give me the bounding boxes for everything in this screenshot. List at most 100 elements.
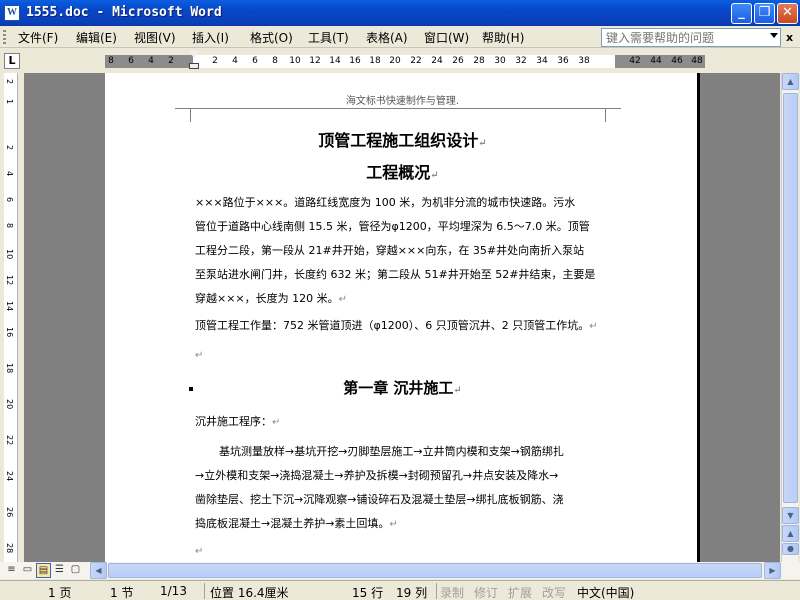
vertical-scroll-thumb[interactable] bbox=[783, 93, 798, 503]
text-line: 捣底板混凝土→混凝土养护→素土回填。↵ bbox=[195, 512, 611, 537]
ruler-number: 10 bbox=[289, 56, 301, 66]
section-title: 工程概况↵ bbox=[105, 159, 700, 183]
ruler-number: 14 bbox=[329, 56, 341, 66]
ruler-number: 48 bbox=[691, 56, 703, 66]
menu-insert[interactable]: 插入(I) bbox=[192, 29, 229, 46]
menu-format[interactable]: 格式(O) bbox=[250, 29, 293, 46]
section-title-text: 工程概况 bbox=[366, 163, 431, 182]
menu-file[interactable]: 文件(F) bbox=[18, 29, 58, 46]
vruler-number: 8 bbox=[5, 223, 14, 229]
paragraph-mark: ↵ bbox=[589, 321, 598, 332]
menu-grip-handle[interactable] bbox=[3, 30, 6, 44]
title-bar: W 1555.doc - Microsoft Word _ ❐ ✕ bbox=[0, 0, 800, 26]
document-close-icon[interactable]: x bbox=[786, 31, 793, 44]
menu-view[interactable]: 视图(V) bbox=[134, 29, 176, 46]
vruler-number: 2 bbox=[5, 145, 14, 151]
vruler-number: 20 bbox=[5, 399, 14, 410]
scroll-right-arrow-icon[interactable]: ▶ bbox=[764, 562, 781, 579]
vruler-number: 1 bbox=[5, 99, 14, 105]
status-extend[interactable]: 扩展 bbox=[508, 584, 532, 600]
horizontal-ruler[interactable]: 8 6 4 2 2 4 6 8 10 12 14 16 18 20 22 24 … bbox=[105, 51, 705, 69]
scroll-left-arrow-icon[interactable]: ◀ bbox=[90, 562, 107, 579]
procedure-paragraph[interactable]: 基坑测量放样→基坑开挖→刃脚垫层施工→立井筒内模和支架→钢筋绑扎 →立外模和支架… bbox=[195, 440, 611, 537]
ruler-number: 44 bbox=[650, 56, 662, 66]
tab-stop-selector[interactable]: L bbox=[4, 53, 20, 69]
ruler-number: 36 bbox=[557, 56, 569, 66]
ruler-number: 6 bbox=[252, 56, 258, 66]
menu-tools[interactable]: 工具(T) bbox=[308, 29, 349, 46]
ruler-number: 46 bbox=[671, 56, 683, 66]
status-language: 中文(中国) bbox=[577, 586, 635, 600]
paragraph-mark: ↵ bbox=[430, 170, 439, 181]
web-layout-view-icon[interactable]: ▭ bbox=[20, 563, 35, 578]
text-line: ×××路位于×××。道路红线宽度为 100 米，为机非分流的城市快速路。污水 bbox=[195, 196, 576, 209]
restore-button[interactable]: ❐ bbox=[754, 3, 775, 24]
left-indent-marker[interactable] bbox=[189, 63, 199, 69]
document-area[interactable]: 海文标书快速制作与管理. 顶管工程施工组织设计↵ 工程概况↵ ×××路位于×××… bbox=[24, 73, 780, 562]
status-page: 1 页 bbox=[48, 586, 72, 600]
ruler-number: 12 bbox=[309, 56, 321, 66]
workload-paragraph[interactable]: 顶管工程工作量：752 米管道顶进（φ1200）、6 只顶管沉井、2 只顶管工作… bbox=[195, 314, 635, 339]
vruler-number: 10 bbox=[5, 249, 14, 260]
text-line-content: 捣底板混凝土→混凝土养护→素土回填。 bbox=[195, 517, 390, 530]
help-search-box[interactable] bbox=[601, 28, 781, 47]
first-line-indent-marker[interactable] bbox=[189, 51, 199, 58]
status-section: 1 节 bbox=[110, 586, 134, 600]
text-line: →立外模和支架→浇捣混凝土→养护及拆模→封砌预留孔→井点安装及降水→ bbox=[195, 469, 559, 482]
text-line-content: 穿越×××，长度为 120 米。 bbox=[195, 292, 339, 305]
ruler-number: 16 bbox=[349, 56, 361, 66]
ruler-number: 38 bbox=[578, 56, 590, 66]
reading-layout-view-icon[interactable]: ▢ bbox=[68, 563, 83, 578]
vertical-ruler[interactable]: 2 1 2 4 6 8 10 12 14 16 18 20 22 24 26 2… bbox=[4, 73, 18, 563]
scroll-up-arrow-icon[interactable]: ▲ bbox=[782, 73, 799, 90]
vruler-number: 18 bbox=[5, 363, 14, 374]
empty-paragraph[interactable]: ↵ bbox=[195, 539, 611, 562]
vruler-number: 22 bbox=[5, 435, 14, 446]
chevron-down-icon[interactable] bbox=[770, 33, 778, 38]
vruler-number: 24 bbox=[5, 471, 14, 482]
minimize-button[interactable]: _ bbox=[731, 3, 752, 24]
help-search-input[interactable] bbox=[602, 29, 764, 46]
text-line: 基坑测量放样→基坑开挖→刃脚垫层施工→立井筒内模和支架→钢筋绑扎 bbox=[219, 445, 564, 458]
normal-view-icon[interactable]: ≡ bbox=[4, 563, 19, 578]
scroll-down-arrow-icon[interactable]: ▼ bbox=[782, 507, 799, 524]
word-app-icon[interactable]: W bbox=[4, 5, 20, 21]
menu-table[interactable]: 表格(A) bbox=[366, 29, 408, 46]
horizontal-scroll-thumb[interactable] bbox=[108, 563, 762, 578]
ruler-number: 6 bbox=[128, 56, 134, 66]
window-title: 1555.doc - Microsoft Word bbox=[26, 5, 222, 20]
ruler-number: 2 bbox=[212, 56, 218, 66]
status-column: 19 列 bbox=[396, 586, 428, 600]
print-layout-view-icon[interactable]: ▤ bbox=[36, 563, 51, 578]
vertical-scrollbar[interactable]: ▲ ▼ ▲ ● bbox=[781, 73, 799, 562]
text-line: 凿除垫层、挖土下沉→沉降观察→铺设碎石及混凝土垫层→绑扎底板钢筋、浇 bbox=[195, 493, 564, 506]
select-browse-object-icon[interactable]: ● bbox=[782, 543, 799, 555]
text-line: 工程分二段，第一段从 21#井开始，穿越×××向东，在 35#井处向南折入泵站 bbox=[195, 244, 585, 257]
status-record[interactable]: 录制 bbox=[440, 584, 464, 600]
ruler-number: 2 bbox=[168, 56, 174, 66]
procedure-label[interactable]: 沉井施工程序：↵ bbox=[195, 410, 611, 435]
empty-paragraph[interactable]: ↵ bbox=[195, 343, 611, 368]
previous-page-icon[interactable]: ▲ bbox=[782, 525, 799, 542]
status-overtype[interactable]: 改写 bbox=[542, 584, 566, 600]
status-divider bbox=[204, 583, 205, 599]
close-button[interactable]: ✕ bbox=[777, 3, 798, 24]
ruler-number: 8 bbox=[108, 56, 114, 66]
status-divider bbox=[436, 583, 437, 599]
document-page[interactable]: 海文标书快速制作与管理. 顶管工程施工组织设计↵ 工程概况↵ ×××路位于×××… bbox=[105, 73, 700, 562]
overview-paragraph[interactable]: ×××路位于×××。道路红线宽度为 100 米，为机非分流的城市快速路。污水 管… bbox=[195, 191, 611, 312]
ruler-number: 30 bbox=[494, 56, 506, 66]
vruler-number: 28 bbox=[5, 543, 14, 554]
ruler-number: 4 bbox=[148, 56, 154, 66]
outline-view-icon[interactable]: ☰ bbox=[52, 563, 67, 578]
menu-help[interactable]: 帮助(H) bbox=[482, 29, 524, 46]
status-pages: 1/13 bbox=[160, 584, 187, 598]
status-track-changes[interactable]: 修订 bbox=[474, 584, 498, 600]
status-position: 位置 16.4厘米 bbox=[210, 586, 289, 600]
status-bar: 1 页 1 节 1/13 位置 16.4厘米 15 行 19 列 录制 修订 扩… bbox=[0, 580, 800, 600]
word-icon-letter: W bbox=[7, 7, 17, 18]
menu-window[interactable]: 窗口(W) bbox=[424, 29, 469, 46]
menu-bar: 文件(F) 编辑(E) 视图(V) 插入(I) 格式(O) 工具(T) 表格(A… bbox=[0, 26, 800, 48]
header-divider bbox=[175, 108, 621, 109]
menu-edit[interactable]: 编辑(E) bbox=[76, 29, 117, 46]
